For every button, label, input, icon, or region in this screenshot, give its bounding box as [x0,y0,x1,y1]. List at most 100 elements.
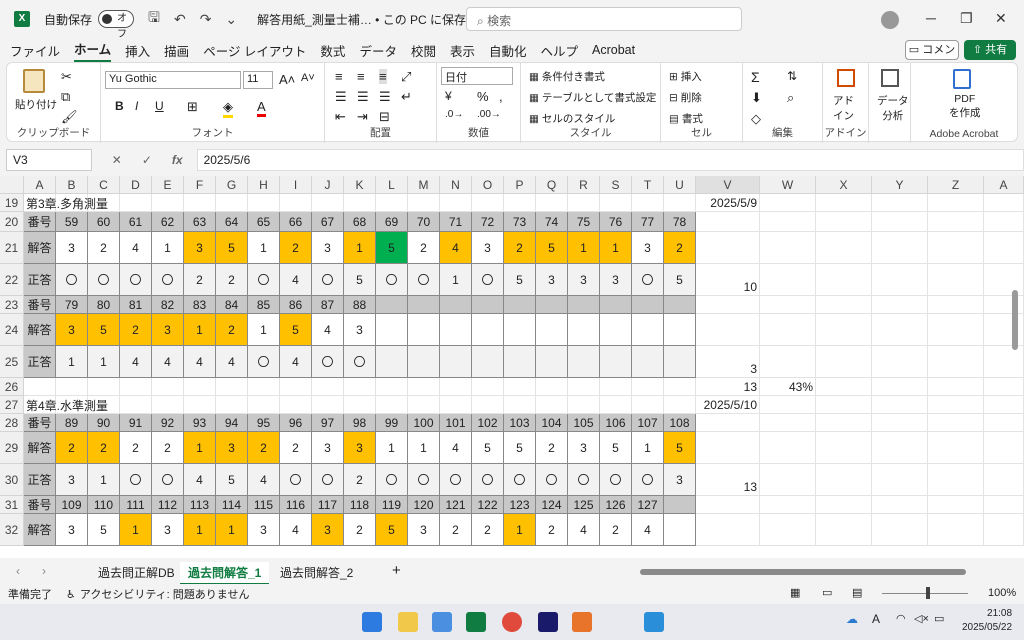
pdf-app-icon[interactable] [572,612,592,632]
chapter-date[interactable]: 2025/5/10 [696,396,760,414]
answer-cell[interactable]: 2 [280,432,312,464]
correct-answer-cell[interactable]: 1 [56,346,88,378]
align-center-icon[interactable]: ☰ [357,89,369,105]
grid-cell[interactable] [816,212,872,232]
correct-answer-cell[interactable]: 〇 [600,464,632,496]
grid-cell[interactable] [536,194,568,212]
grid-cell[interactable] [440,396,472,414]
currency-icon[interactable]: ¥ [445,89,452,103]
tab-sheet-2[interactable]: 過去問解答_1 [180,562,270,585]
question-number-cell[interactable]: 79 [56,296,88,314]
answer-cell[interactable]: 2 [56,432,88,464]
volume-icon[interactable]: ◁× [914,612,929,625]
grid-cell[interactable] [248,194,280,212]
question-number-cell[interactable]: 82 [152,296,184,314]
answer-cell[interactable]: 2 [536,432,568,464]
answer-cell[interactable] [664,514,696,546]
question-number-cell[interactable]: 110 [88,496,120,514]
align-top-icon[interactable]: ≡ [335,69,343,84]
answer-cell[interactable]: 4 [312,314,344,346]
grid-cell[interactable] [600,378,632,396]
grid-cell[interactable] [816,514,872,546]
horizontal-scrollbar[interactable] [640,569,966,575]
correct-answer-cell[interactable]: 〇 [248,264,280,296]
question-number-cell[interactable]: 97 [312,414,344,432]
correct-answer-cell[interactable]: 1 [88,346,120,378]
save-icon[interactable]: 🖫 [148,7,160,31]
grid-cell[interactable] [928,296,984,314]
decrease-decimal-icon[interactable]: .00→ [477,109,501,120]
question-number-cell[interactable] [664,296,696,314]
row-header[interactable]: 27 [0,396,24,414]
question-number-cell[interactable]: 115 [248,496,280,514]
grid-cell[interactable] [816,296,872,314]
question-number-cell[interactable] [504,296,536,314]
question-number-cell[interactable]: 102 [472,414,504,432]
grid-cell[interactable] [984,194,1024,212]
correct-answer-cell[interactable]: 1 [88,464,120,496]
correct-answer-cell[interactable]: 〇 [536,464,568,496]
row-label[interactable]: 解答 [24,432,56,464]
share-button[interactable]: ⇧ 共有 [964,40,1016,60]
grid-cell[interactable] [248,378,280,396]
question-number-cell[interactable]: 91 [120,414,152,432]
correct-answer-cell[interactable]: 〇 [408,264,440,296]
grid-cell[interactable] [984,496,1024,514]
correct-answer-cell[interactable]: 4 [152,346,184,378]
correct-answer-cell[interactable]: 3 [568,264,600,296]
font-size-select[interactable]: 11 [243,71,273,89]
row-header[interactable]: 24 [0,314,24,346]
grid-cell[interactable] [984,296,1024,314]
answer-cell[interactable]: 5 [472,432,504,464]
question-number-cell[interactable]: 71 [440,212,472,232]
font-name-select[interactable]: Yu Gothic [105,71,241,89]
column-header[interactable]: P [504,176,536,194]
correct-answer-cell[interactable]: 3 [56,464,88,496]
grid-cell[interactable] [632,378,664,396]
row-label[interactable]: 解答 [24,514,56,546]
grid-cell[interactable] [928,496,984,514]
grid-cell[interactable] [872,496,928,514]
merge-icon[interactable]: ⊟ [379,109,390,125]
grid-cell[interactable] [440,194,472,212]
grid-cell[interactable] [376,194,408,212]
grid-cell[interactable] [872,232,928,264]
question-number-cell[interactable]: 65 [248,212,280,232]
answer-cell[interactable]: 3 [472,232,504,264]
align-left-icon[interactable]: ☰ [335,89,347,105]
column-header[interactable]: E [152,176,184,194]
column-header[interactable]: J [312,176,344,194]
row-label[interactable]: 正答 [24,464,56,496]
answer-cell[interactable]: 3 [344,314,376,346]
grid-cell[interactable] [152,378,184,396]
row-label[interactable]: 番号 [24,296,56,314]
answer-cell[interactable]: 2 [344,514,376,546]
correct-answer-cell[interactable]: 〇 [440,464,472,496]
answer-cell[interactable]: 5 [504,432,536,464]
question-number-cell[interactable]: 64 [216,212,248,232]
question-number-cell[interactable]: 87 [312,296,344,314]
question-number-cell[interactable]: 85 [248,296,280,314]
question-number-cell[interactable]: 59 [56,212,88,232]
answer-cell[interactable] [504,314,536,346]
correct-answer-cell[interactable]: 〇 [472,464,504,496]
total-score-cell[interactable]: 13 [696,378,760,396]
grid-cell[interactable] [696,432,760,464]
answer-cell[interactable]: 3 [152,314,184,346]
chapter-title[interactable]: 第3章.多角測量 [24,194,224,212]
zoom-slider[interactable] [882,593,968,594]
question-number-cell[interactable]: 120 [408,496,440,514]
grid-cell[interactable] [696,314,760,346]
formula-input[interactable]: 2025/5/6 [196,149,1024,171]
score-cell[interactable]: 3 [696,346,760,378]
answer-cell[interactable]: 5 [664,432,696,464]
question-number-cell[interactable]: 83 [184,296,216,314]
font-shrink-icon[interactable]: A˅ [301,72,315,84]
grid-cell[interactable] [984,212,1024,232]
grid-cell[interactable] [600,396,632,414]
maximize-icon[interactable]: ❐ [960,10,973,27]
correct-answer-cell[interactable]: 2 [344,464,376,496]
correct-answer-cell[interactable]: 4 [280,346,312,378]
answer-cell[interactable]: 2 [88,432,120,464]
column-header[interactable]: D [120,176,152,194]
